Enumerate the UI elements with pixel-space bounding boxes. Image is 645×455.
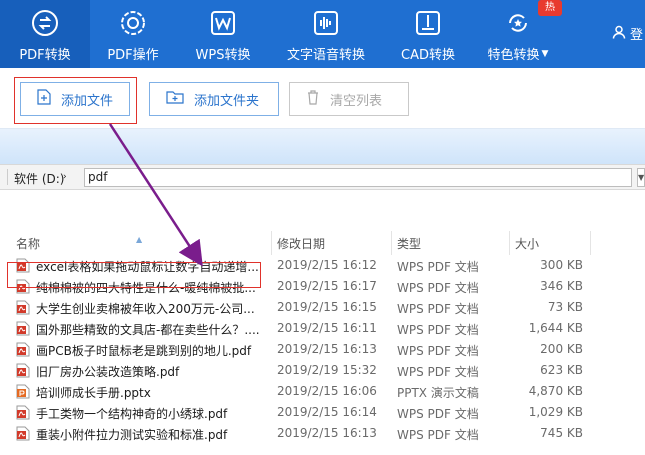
column-type[interactable]: 类型 xyxy=(397,235,421,252)
breadcrumb-folder: pdf xyxy=(88,170,108,184)
file-date: 2019/2/15 16:13 xyxy=(277,426,377,440)
clear-list-label: 清空列表 xyxy=(330,93,383,109)
column-name[interactable]: 名称 xyxy=(16,235,40,252)
file-row[interactable]: 大学生创业卖棉被年收入200万元-公司... 2019/2/15 16:15 WPS… xyxy=(0,297,645,318)
voice-wave-icon xyxy=(311,8,341,38)
pdf-file-icon xyxy=(16,405,30,420)
file-row[interactable]: 国外那些精致的文具店-都在卖些什么？.... 2019/2/15 16:11 WPS… xyxy=(0,318,645,339)
file-name: 培训师成长手册.pptx xyxy=(36,386,151,400)
breadcrumb-drive[interactable]: 软件 (D:) xyxy=(14,170,64,187)
file-size: 73 KB xyxy=(547,300,583,314)
breadcrumb-chevron-icon: › xyxy=(63,172,67,182)
file-list: ▲ 名称 修改日期 类型 大小 excel表格如果拖动鼠标让数字自动递增... 2… xyxy=(0,190,645,455)
file-date: 2019/2/15 16:12 xyxy=(277,258,377,272)
file-date: 2019/2/19 15:32 xyxy=(277,363,377,377)
chevron-down-icon: ▼ xyxy=(541,48,549,59)
file-type: WPS PDF 文档 xyxy=(397,365,479,379)
nav-tab-label: CAD转换 xyxy=(401,48,455,63)
dialog-banner xyxy=(0,128,645,164)
file-name: 手工类物一个结构神奇的小绣球.pdf xyxy=(36,407,228,421)
file-name: 大学生创业卖棉被年收入200万元-公司... xyxy=(36,302,255,316)
file-date: 2019/2/15 16:14 xyxy=(277,405,377,419)
hot-badge: 热 xyxy=(538,0,562,16)
nav-tab-label: 特色转换 ▼ xyxy=(488,44,549,63)
row-highlight-box xyxy=(7,262,261,288)
column-header: ▲ 名称 修改日期 类型 大小 xyxy=(0,231,645,255)
file-date: 2019/2/15 16:06 xyxy=(277,384,377,398)
nav-tab-cad-convert[interactable]: CAD转换 xyxy=(392,0,464,68)
user-login[interactable]: 登 xyxy=(612,24,643,43)
file-row[interactable]: 手工类物一个结构神奇的小绣球.pdf 2019/2/15 16:14 WPS PDF… xyxy=(0,402,645,423)
highlight-box xyxy=(14,77,137,124)
file-size: 4,870 KB xyxy=(528,384,583,398)
nav-tab-pdf-operate[interactable]: PDF操作 xyxy=(96,0,170,68)
file-size: 1,644 KB xyxy=(528,321,583,335)
add-folder-button[interactable]: 添加文件夹 xyxy=(149,82,279,116)
file-row[interactable]: 重装小附件拉力测试实验和标准.pdf 2019/2/15 16:13 WPS PDF… xyxy=(0,423,645,444)
add-folder-label: 添加文件夹 xyxy=(194,93,260,109)
file-row[interactable]: 画PCB板子时鼠标老是跳到别的地儿.pdf 2019/2/15 16:13 WPS … xyxy=(0,339,645,360)
file-size: 1,029 KB xyxy=(528,405,583,419)
file-name: 画PCB板子时鼠标老是跳到别的地儿.pdf xyxy=(36,344,252,358)
file-size: 623 KB xyxy=(540,363,583,377)
address-dropdown-icon[interactable]: ▼ xyxy=(637,168,645,187)
star-refresh-icon xyxy=(503,8,533,38)
file-date: 2019/2/15 16:11 xyxy=(277,321,377,335)
gear-icon xyxy=(118,8,148,38)
pptx-file-icon xyxy=(16,384,30,399)
pdf-file-icon xyxy=(16,342,30,357)
pdf-file-icon xyxy=(16,426,30,441)
file-date: 2019/2/15 16:17 xyxy=(277,279,377,293)
address-left-edge xyxy=(0,169,8,185)
cad-icon xyxy=(413,8,443,38)
file-date: 2019/2/15 16:13 xyxy=(277,342,377,356)
column-size[interactable]: 大小 xyxy=(515,235,539,252)
user-icon xyxy=(612,25,626,43)
sort-ascending-icon: ▲ xyxy=(136,235,143,244)
pdf-file-icon xyxy=(16,363,30,378)
file-size: 745 KB xyxy=(540,426,583,440)
login-label: 登 xyxy=(630,28,644,43)
column-date[interactable]: 修改日期 xyxy=(277,235,325,252)
file-type: WPS PDF 文档 xyxy=(397,302,479,316)
file-name: 旧厂房办公装改造策略.pdf xyxy=(36,365,180,379)
nav-tab-label: 文字语音转换 xyxy=(286,48,365,63)
file-type: WPS PDF 文档 xyxy=(397,344,479,358)
add-folder-icon xyxy=(166,90,184,108)
file-date: 2019/2/15 16:15 xyxy=(277,300,377,314)
top-nav: PDF转换 PDF操作 WPS转换 文字语音转换 CAD转换 特色转换▼ 热 xyxy=(0,0,645,68)
address-input[interactable]: pdf xyxy=(84,168,632,187)
file-type: WPS PDF 文档 xyxy=(397,428,479,442)
pdf-convert-icon xyxy=(30,8,60,38)
file-type: WPS PDF 文档 xyxy=(397,281,479,295)
trash-icon xyxy=(306,89,320,109)
file-size: 346 KB xyxy=(540,279,583,293)
nav-tab-text-voice[interactable]: 文字语音转换 xyxy=(280,0,372,68)
file-row[interactable]: 旧厂房办公装改造策略.pdf 2019/2/19 15:32 WPS PDF 文档 6… xyxy=(0,360,645,381)
file-name: 国外那些精致的文具店-都在卖些什么？.... xyxy=(36,323,260,337)
pdf-file-icon xyxy=(16,300,30,315)
file-size: 300 KB xyxy=(540,258,583,272)
file-type: WPS PDF 文档 xyxy=(397,260,479,274)
nav-tab-label: WPS转换 xyxy=(195,48,251,63)
clear-list-button[interactable]: 清空列表 xyxy=(289,82,409,116)
nav-tab-label-text: 特色转换 xyxy=(487,48,540,63)
nav-tab-wps-convert[interactable]: WPS转换 xyxy=(186,0,260,68)
file-type: WPS PDF 文档 xyxy=(397,323,479,337)
nav-tab-pdf-convert[interactable]: PDF转换 xyxy=(0,0,90,68)
file-size: 200 KB xyxy=(540,342,583,356)
nav-tab-label: PDF转换 xyxy=(19,48,71,63)
file-type: PPTX 演示文稿 xyxy=(397,386,479,400)
file-row[interactable]: 培训师成长手册.pptx 2019/2/15 16:06 PPTX 演示文稿 4,87… xyxy=(0,381,645,402)
file-name: 重装小附件拉力测试实验和标准.pdf xyxy=(36,428,228,442)
address-bar[interactable]: 软件 (D:) › pdf ▼ xyxy=(0,164,645,190)
pdf-file-icon xyxy=(16,321,30,336)
file-type: WPS PDF 文档 xyxy=(397,407,479,421)
wps-icon xyxy=(208,8,238,38)
nav-tab-label: PDF操作 xyxy=(107,48,159,63)
